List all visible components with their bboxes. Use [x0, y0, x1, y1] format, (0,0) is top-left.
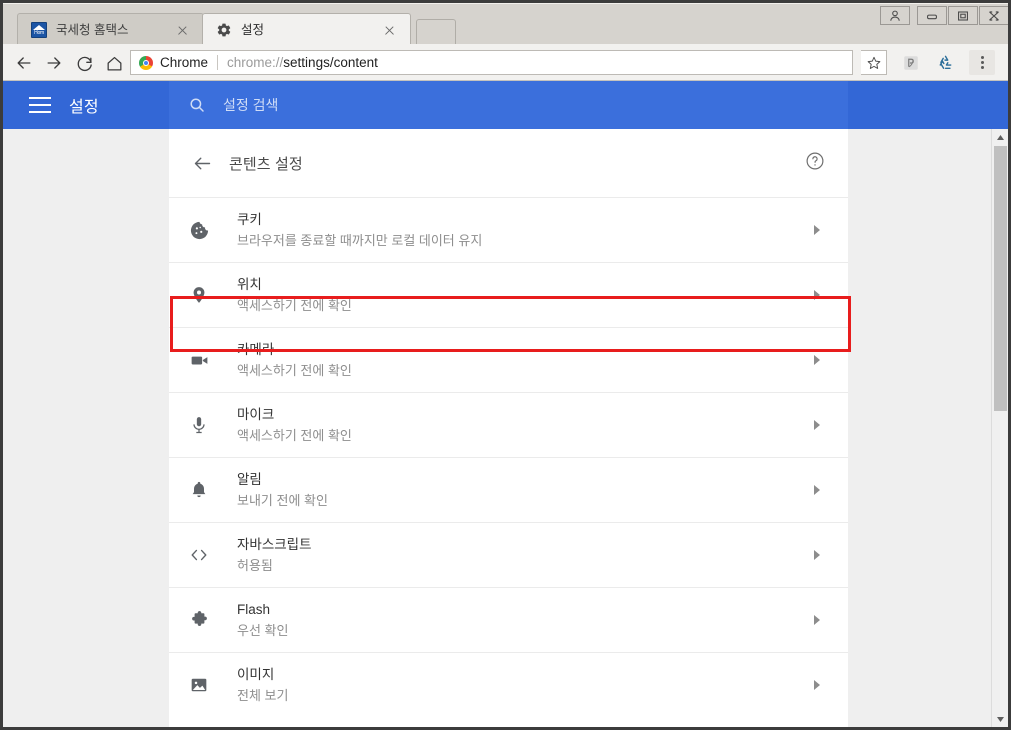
browser-window: Hom 국세청 홈택스 설정 Chrome chrome://settings/… — [0, 0, 1011, 730]
tab-settings[interactable]: 설정 — [202, 13, 411, 48]
minimize-button[interactable] — [917, 6, 947, 25]
row-title: Flash — [237, 602, 271, 617]
close-button[interactable] — [979, 6, 1009, 25]
browser-toolbar: Chrome chrome://settings/content — [3, 44, 1008, 81]
row-title: 쿠키 — [237, 212, 262, 227]
row-subtitle: 액세스하기 전에 확인 — [237, 363, 352, 378]
search-icon — [187, 95, 207, 115]
chevron-right-icon[interactable] — [812, 223, 822, 237]
new-tab-button[interactable] — [416, 19, 456, 44]
three-dot-menu-icon[interactable] — [969, 50, 995, 75]
tab-title: 국세청 홈택스 — [56, 23, 129, 37]
hometax-favicon: Hom — [31, 22, 47, 38]
page-title: 설정 — [69, 99, 99, 116]
setting-row-flash[interactable]: Flash 우선 확인 — [169, 587, 848, 652]
home-icon[interactable] — [101, 50, 127, 76]
page-viewport: 설정 설정 검색 콘텐츠 설정 쿠키 브라우저를 종료할 때까지만 로컬 데이터… — [3, 81, 1008, 727]
hamburger-menu-icon[interactable] — [29, 97, 51, 113]
close-icon[interactable] — [381, 22, 397, 38]
chevron-right-icon[interactable] — [812, 353, 822, 367]
content-title: 콘텐츠 설정 — [229, 155, 303, 173]
setting-row-cookies[interactable]: 쿠키 브라우저를 종료할 때까지만 로컬 데이터 유지 — [169, 197, 848, 262]
hometax-favicon-text: Hom — [34, 30, 44, 36]
setting-row-location[interactable]: 위치 액세스하기 전에 확인 — [169, 262, 848, 327]
chrome-logo-icon — [139, 55, 153, 70]
row-title: 자바스크립트 — [237, 537, 312, 552]
restore-icon — [958, 11, 968, 21]
puzzle-piece-icon — [187, 608, 211, 632]
cookie-icon — [187, 218, 211, 242]
row-title: 카메라 — [237, 342, 275, 357]
url-prefix: chrome:// — [227, 54, 284, 70]
chevron-right-icon[interactable] — [812, 613, 822, 627]
scroll-down-arrow-icon[interactable] — [992, 711, 1008, 727]
bookmark-star-icon[interactable] — [861, 50, 887, 75]
scroll-up-arrow-icon[interactable] — [992, 129, 1008, 145]
chevron-right-icon[interactable] — [812, 483, 822, 497]
back-arrow-icon[interactable] — [189, 150, 215, 176]
user-profile-button[interactable] — [880, 6, 910, 25]
omnibox-separator — [217, 55, 219, 70]
bell-icon — [187, 478, 211, 502]
setting-row-notifications[interactable]: 알림 보내기 전에 확인 — [169, 457, 848, 522]
page-scrollbar[interactable] — [991, 129, 1008, 727]
gear-icon — [216, 22, 232, 38]
chevron-right-icon[interactable] — [812, 288, 822, 302]
scrollbar-thumb[interactable] — [994, 146, 1007, 411]
tab-title: 설정 — [241, 23, 265, 37]
row-title: 마이크 — [237, 407, 275, 422]
chevron-right-icon[interactable] — [812, 418, 822, 432]
image-icon — [187, 673, 211, 697]
search-input[interactable]: 설정 검색 — [169, 81, 848, 129]
maximize-button[interactable] — [948, 6, 978, 25]
row-subtitle: 액세스하기 전에 확인 — [237, 428, 352, 443]
close-icon — [989, 11, 999, 21]
content-settings-card: 콘텐츠 설정 쿠키 브라우저를 종료할 때까지만 로컬 데이터 유지 위치 액세… — [169, 129, 848, 727]
chevron-right-icon[interactable] — [812, 548, 822, 562]
microphone-icon — [187, 413, 211, 437]
camera-icon — [187, 348, 211, 372]
row-subtitle: 전체 보기 — [237, 688, 289, 703]
setting-row-camera[interactable]: 카메라 액세스하기 전에 확인 — [169, 327, 848, 392]
close-icon[interactable] — [174, 22, 190, 38]
url-main: settings/content — [283, 54, 378, 70]
row-subtitle: 보내기 전에 확인 — [237, 493, 328, 508]
setting-row-javascript[interactable]: 자바스크립트 허용됨 — [169, 522, 848, 587]
pdf-extension-icon[interactable] — [898, 50, 924, 75]
chevron-right-icon[interactable] — [812, 678, 822, 692]
tab-hometax[interactable]: Hom 국세청 홈택스 — [17, 13, 204, 48]
omnibox-scheme-label: Chrome — [160, 54, 209, 70]
setting-row-microphone[interactable]: 마이크 액세스하기 전에 확인 — [169, 392, 848, 457]
forward-arrow-icon[interactable] — [41, 50, 67, 76]
location-pin-icon — [187, 283, 211, 307]
row-subtitle: 브라우저를 종료할 때까지만 로컬 데이터 유지 — [237, 233, 483, 248]
omnibox-url[interactable]: chrome://settings/content — [227, 55, 378, 71]
back-arrow-icon[interactable] — [11, 50, 37, 76]
help-circle-icon[interactable] — [804, 150, 826, 172]
reload-icon[interactable] — [71, 50, 97, 76]
setting-row-images[interactable]: 이미지 전체 보기 — [169, 652, 848, 717]
recycle-extension-icon[interactable] — [932, 50, 958, 75]
row-title: 알림 — [237, 472, 262, 487]
tab-strip: Hom 국세청 홈택스 설정 — [0, 0, 1011, 48]
minimize-icon — [927, 14, 937, 20]
settings-header-bar: 설정 설정 검색 — [3, 81, 1008, 129]
row-subtitle: 우선 확인 — [237, 623, 289, 638]
window-border-left — [0, 0, 3, 730]
person-icon — [890, 10, 900, 21]
search-placeholder: 설정 검색 — [223, 97, 279, 113]
row-subtitle: 액세스하기 전에 확인 — [237, 298, 352, 313]
content-header: 콘텐츠 설정 — [169, 129, 848, 197]
row-subtitle: 허용됨 — [237, 558, 273, 573]
row-title: 위치 — [237, 277, 262, 292]
code-brackets-icon — [187, 543, 211, 567]
address-bar[interactable]: Chrome chrome://settings/content — [130, 50, 853, 75]
row-title: 이미지 — [237, 667, 275, 682]
